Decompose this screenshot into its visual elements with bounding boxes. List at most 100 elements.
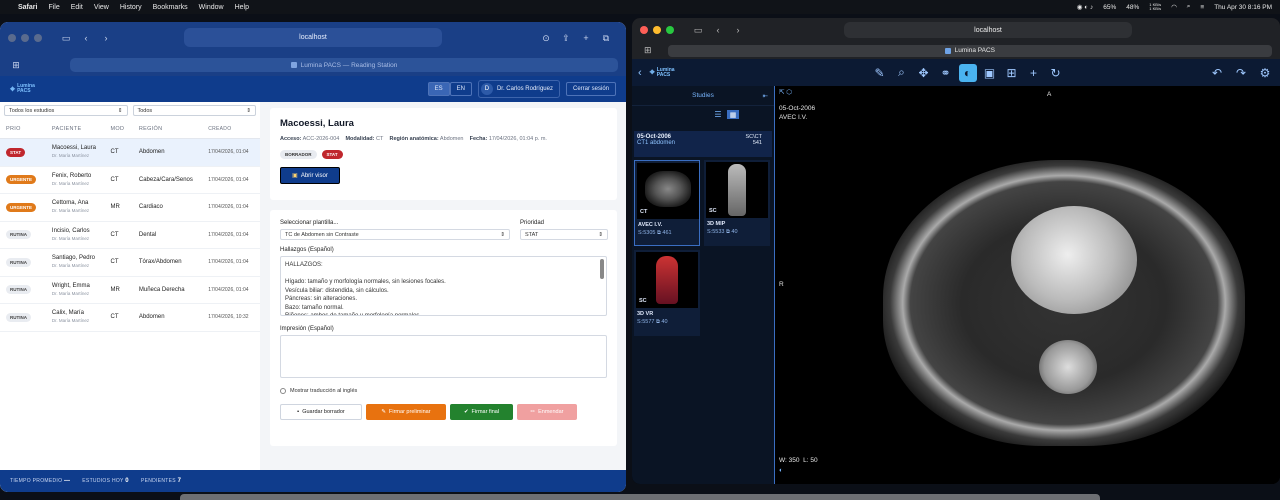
table-row[interactable]: RUTINA Calix, María Dr. María Martínez CT Ab…: [0, 304, 260, 332]
menu-edit[interactable]: Edit: [71, 4, 83, 11]
logout-button[interactable]: Cerrar sesión: [565, 82, 616, 96]
forward-icon[interactable]: ›: [730, 23, 746, 37]
col-prio[interactable]: PRIO: [6, 126, 52, 132]
sign-final-button[interactable]: ✔ Firmar final: [450, 404, 513, 420]
open-viewer-button[interactable]: ▣ Abrir visor: [280, 167, 340, 184]
tab-grid-icon[interactable]: ⊞: [640, 44, 656, 58]
viewport-tools-icon[interactable]: ⇱ ⬡: [779, 88, 792, 97]
crosshair-icon[interactable]: +: [1025, 64, 1043, 82]
findings-textarea[interactable]: HALLAZGOS: Hígado: tamaño y morfología no…: [280, 256, 607, 316]
clock[interactable]: Thu Apr 30 8:16 PM: [1214, 4, 1272, 11]
table-row[interactable]: RUTINA Santiago, Pedro Dr. María Martínez C…: [0, 249, 260, 277]
col-created[interactable]: CREADO: [208, 126, 260, 132]
sidebar-toggle-icon[interactable]: ▭: [690, 23, 706, 37]
menu-window[interactable]: Window: [199, 4, 224, 11]
open-viewer-label: Abrir visor: [300, 172, 328, 179]
reset-icon[interactable]: ↻: [1047, 64, 1065, 82]
menu-file[interactable]: File: [48, 4, 59, 11]
new-tab-icon[interactable]: +: [578, 31, 594, 45]
capture-icon[interactable]: ▣: [981, 64, 999, 82]
crosshair-link-icon[interactable]: ⚭: [937, 64, 955, 82]
overlay-top-left: 05-Oct-2006 AVEC I.V.: [779, 104, 815, 122]
study-item[interactable]: 05-Oct-2006 CT1 abdomen SC\CT 541: [634, 131, 772, 157]
settings-icon[interactable]: ⚙: [1256, 64, 1274, 82]
collapse-icon[interactable]: ⇤: [763, 92, 768, 100]
status-icons[interactable]: ◉ ◐ ♪: [1077, 3, 1093, 11]
address-bar[interactable]: localhost: [184, 28, 442, 47]
table-row[interactable]: STAT Macoessi, Laura Dr. María Martínez CT A…: [0, 139, 260, 167]
zoom-icon[interactable]: ⌕: [893, 64, 911, 82]
tab-lumina-pacs[interactable]: Lumina PACS: [667, 44, 1272, 57]
back-arrow-icon[interactable]: ‹: [638, 67, 642, 79]
header-actions: ES EN D Dr. Carlos Rodríguez Cerrar sesi…: [427, 80, 616, 98]
sidebar-toggle-icon[interactable]: ▭: [58, 31, 74, 45]
tabs-overview-icon[interactable]: ⧉: [598, 31, 614, 45]
col-region[interactable]: REGIÓN: [139, 126, 208, 132]
address-text: localhost: [299, 34, 327, 41]
series-thumb-ct[interactable]: AVEC I.V. S:5305 ⧉ 461 CT: [634, 160, 700, 246]
doctor-name: Dr. María Martínez: [51, 208, 90, 214]
menu-view[interactable]: View: [94, 4, 109, 11]
download-icon[interactable]: ⊙: [538, 31, 554, 45]
search-icon[interactable]: ⌕: [1187, 3, 1191, 11]
amend-button[interactable]: ✏ Enmendar: [517, 404, 577, 420]
textarea-scrollbar[interactable]: [600, 259, 604, 279]
close-button[interactable]: [8, 34, 16, 42]
col-patient[interactable]: PACIENTE: [52, 126, 111, 132]
list-view-icon[interactable]: ☰: [712, 110, 724, 119]
patient-name: Wright, Emma: [51, 282, 90, 289]
share-icon[interactable]: ⇪: [558, 31, 574, 45]
tab-grid-icon[interactable]: ⊞: [8, 58, 24, 72]
series-thumb-vr[interactable]: 3D VR S:5577 ⧉ 40 SC: [634, 250, 700, 336]
menu-bookmarks[interactable]: Bookmarks: [153, 4, 188, 11]
minimize-button[interactable]: [21, 34, 29, 42]
layout-icon[interactable]: ⊞: [1003, 64, 1021, 82]
lang-es-button[interactable]: ES: [427, 82, 450, 96]
draft-badge: BORRADOR: [280, 150, 317, 159]
menu-history[interactable]: History: [120, 4, 142, 11]
col-mod[interactable]: MOD: [111, 126, 139, 132]
measure-icon[interactable]: ✎: [871, 64, 889, 82]
studies-filter-select[interactable]: Todos los estudios ⇕: [4, 105, 128, 116]
pencil-icon: ✏: [530, 409, 536, 415]
minimize-button[interactable]: [653, 26, 661, 34]
patient-name: Macoessi, Laura: [51, 145, 96, 152]
user-menu[interactable]: D Dr. Carlos Rodríguez: [477, 80, 560, 98]
image-icon: ▣: [292, 173, 298, 179]
series-thumb-mip[interactable]: 3D MIP S:5533 ⧉ 40 SC: [704, 160, 770, 246]
priority-select[interactable]: STAT ⇕: [520, 229, 608, 240]
table-row[interactable]: RUTINA Incisio, Carlos Dr. María Martínez C…: [0, 222, 260, 249]
grid-view-icon[interactable]: ▦: [727, 110, 739, 119]
undo-icon[interactable]: ↶: [1208, 64, 1226, 82]
redo-icon[interactable]: ↷: [1232, 64, 1250, 82]
table-row[interactable]: URGENTE Fenix, Roberto Dr. María Martínez C…: [0, 167, 260, 194]
template-select[interactable]: TC de Abdomen sin Contraste ⇕: [280, 229, 510, 240]
zoom-button[interactable]: [34, 34, 42, 42]
menu-app[interactable]: Safari: [18, 4, 37, 11]
menu-help[interactable]: Help: [235, 4, 249, 11]
back-icon[interactable]: ‹: [78, 31, 94, 45]
image-viewport[interactable]: 05-Oct-2006 AVEC I.V. A R W: 350 L: 50 ◐ …: [774, 86, 1280, 484]
back-icon[interactable]: ‹: [710, 23, 726, 37]
close-button[interactable]: [640, 26, 648, 34]
tab-reading-station[interactable]: Lumina PACS — Reading Station: [69, 58, 618, 72]
zoom-button[interactable]: [666, 26, 674, 34]
sign-preliminary-button[interactable]: ✎ Firmar preliminar: [366, 404, 446, 420]
window-level-icon[interactable]: ◐: [958, 63, 977, 82]
forward-icon[interactable]: ›: [98, 31, 114, 45]
status-filter-select[interactable]: Todos ⇕: [132, 105, 256, 116]
pan-icon[interactable]: ✥: [915, 64, 933, 82]
lang-en-button[interactable]: EN: [449, 82, 472, 96]
impression-textarea[interactable]: [280, 335, 607, 378]
control-center-icon[interactable]: ≡: [1200, 4, 1204, 11]
wifi-icon[interactable]: ◠: [1171, 3, 1177, 11]
region-cell: Tórax/Abdomen: [138, 259, 182, 266]
contrast-icon[interactable]: ◐: [779, 466, 783, 475]
table-row[interactable]: URGENTE Cettoma, Ana Dr. María Martínez MR C…: [0, 194, 260, 222]
table-row[interactable]: RUTINA Wright, Emma Dr. María Martínez MR Mu…: [0, 277, 260, 304]
modality-cell: CT: [110, 314, 119, 321]
translation-checkbox[interactable]: [280, 388, 286, 394]
save-draft-button[interactable]: ▪ Guardar borrador: [280, 404, 362, 420]
select-arrows-icon: ⇕: [500, 231, 505, 238]
address-bar[interactable]: localhost: [844, 22, 1132, 38]
